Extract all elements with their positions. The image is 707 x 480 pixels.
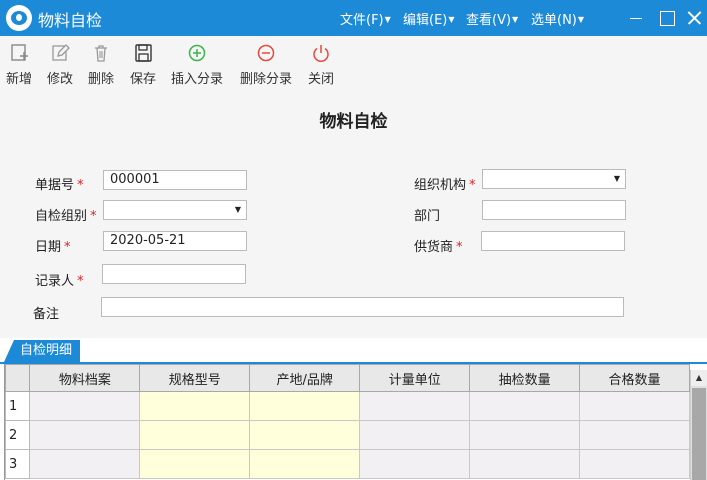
- inspect-group-select[interactable]: [103, 200, 247, 220]
- close-button[interactable]: 关闭: [308, 42, 334, 87]
- column-header[interactable]: 抽检数量: [469, 364, 581, 392]
- row-number[interactable]: 2: [5, 420, 31, 450]
- maximize-button[interactable]: [654, 6, 678, 30]
- window-title: 物料自检: [38, 11, 103, 30]
- grid-cell[interactable]: [359, 391, 471, 421]
- table-row: 1: [5, 391, 690, 421]
- doc-no-label: 单据号 *: [35, 178, 84, 193]
- grid-cell[interactable]: [29, 391, 141, 421]
- supplier-field[interactable]: [481, 231, 625, 251]
- dept-label: 部门: [414, 209, 441, 224]
- grid-cell[interactable]: [359, 420, 471, 450]
- recorder-field[interactable]: [102, 264, 246, 284]
- column-header[interactable]: 计量单位: [359, 364, 471, 392]
- close-window-button[interactable]: [682, 6, 706, 30]
- minimize-button[interactable]: [624, 6, 648, 30]
- grid-cell[interactable]: [29, 449, 141, 479]
- trash-icon: [95, 45, 107, 62]
- grid-cell[interactable]: [579, 391, 690, 421]
- inspect-group-label: 自检组别 *: [35, 209, 97, 224]
- org-label: 组织机构 *: [414, 178, 476, 193]
- grid-cell[interactable]: [139, 391, 251, 421]
- minus-circle-icon: [257, 44, 275, 62]
- floppy-disk-icon: [135, 44, 152, 62]
- grid-cell[interactable]: [249, 449, 361, 479]
- title-bar: 物料自检 文件(F)▼ 编辑(E)▼ 查看(V)▼ 选单(N)▼: [0, 0, 707, 36]
- dept-field[interactable]: [482, 200, 626, 220]
- scroll-up-icon[interactable]: ▲: [691, 370, 707, 386]
- column-header[interactable]: 合格数量: [579, 364, 690, 392]
- new-doc-icon: [11, 44, 28, 61]
- save-button[interactable]: 保存: [130, 42, 156, 87]
- table-row: 2: [5, 420, 690, 450]
- supplier-label: 供货商 *: [414, 240, 463, 255]
- vertical-scrollbar[interactable]: ▲: [690, 370, 707, 480]
- remark-field[interactable]: [101, 297, 624, 317]
- grid-cell[interactable]: [579, 449, 690, 479]
- caret-down-icon: ▼: [384, 15, 391, 24]
- power-icon: [313, 45, 329, 62]
- app-logo-icon: [6, 5, 32, 31]
- new-button[interactable]: 新增: [6, 42, 32, 87]
- toolbar: 新增 修改 删除 保存 插入分录 删除分录 关闭: [0, 36, 707, 90]
- grid-cell[interactable]: [139, 449, 251, 479]
- menu-edit[interactable]: 编辑(E)▼: [403, 9, 455, 28]
- menu-file[interactable]: 文件(F)▼: [340, 9, 391, 28]
- tab-inspect-detail[interactable]: 自检明细: [4, 340, 81, 362]
- delete-button[interactable]: 删除: [88, 42, 114, 87]
- pencil-icon: [52, 44, 70, 61]
- row-number[interactable]: 1: [5, 391, 31, 421]
- detail-grid: 物料档案 规格型号 产地/品牌 计量单位 抽检数量 合格数量 1 2 3: [4, 364, 690, 480]
- form-title: 物料自检: [319, 112, 388, 132]
- date-label: 日期 *: [35, 240, 71, 255]
- grid-cell[interactable]: [139, 420, 251, 450]
- delete-entry-button[interactable]: 删除分录: [240, 42, 292, 87]
- recorder-label: 记录人 *: [35, 274, 84, 289]
- grid-cell[interactable]: [359, 449, 471, 479]
- grid-cell[interactable]: [249, 420, 361, 450]
- grid-cell[interactable]: [249, 391, 361, 421]
- edit-button[interactable]: 修改: [47, 42, 73, 87]
- grid-cell[interactable]: [469, 420, 581, 450]
- column-header[interactable]: 产地/品牌: [249, 364, 361, 392]
- menu-view[interactable]: 查看(V)▼: [466, 9, 518, 28]
- caret-down-icon: ▼: [448, 15, 455, 24]
- plus-circle-icon: [188, 44, 206, 62]
- doc-no-field[interactable]: 000001: [103, 170, 247, 190]
- caret-down-icon: ▼: [512, 15, 519, 24]
- grid-cell[interactable]: [469, 391, 581, 421]
- remark-label: 备注: [33, 307, 60, 322]
- grid-corner[interactable]: [5, 364, 31, 392]
- grid-cell[interactable]: [29, 420, 141, 450]
- scrollbar-thumb[interactable]: [692, 388, 706, 480]
- org-select[interactable]: [482, 169, 626, 189]
- column-header[interactable]: 物料档案: [29, 364, 141, 392]
- row-number[interactable]: 3: [5, 449, 31, 479]
- table-row: 3: [5, 449, 690, 479]
- grid-cell[interactable]: [469, 449, 581, 479]
- insert-entry-button[interactable]: 插入分录: [171, 42, 223, 87]
- date-field[interactable]: 2020-05-21: [103, 231, 247, 251]
- grid-cell[interactable]: [579, 420, 690, 450]
- caret-down-icon: ▼: [577, 15, 585, 24]
- column-header[interactable]: 规格型号: [139, 364, 251, 392]
- menu-selection[interactable]: 选单(N)▼: [531, 9, 584, 28]
